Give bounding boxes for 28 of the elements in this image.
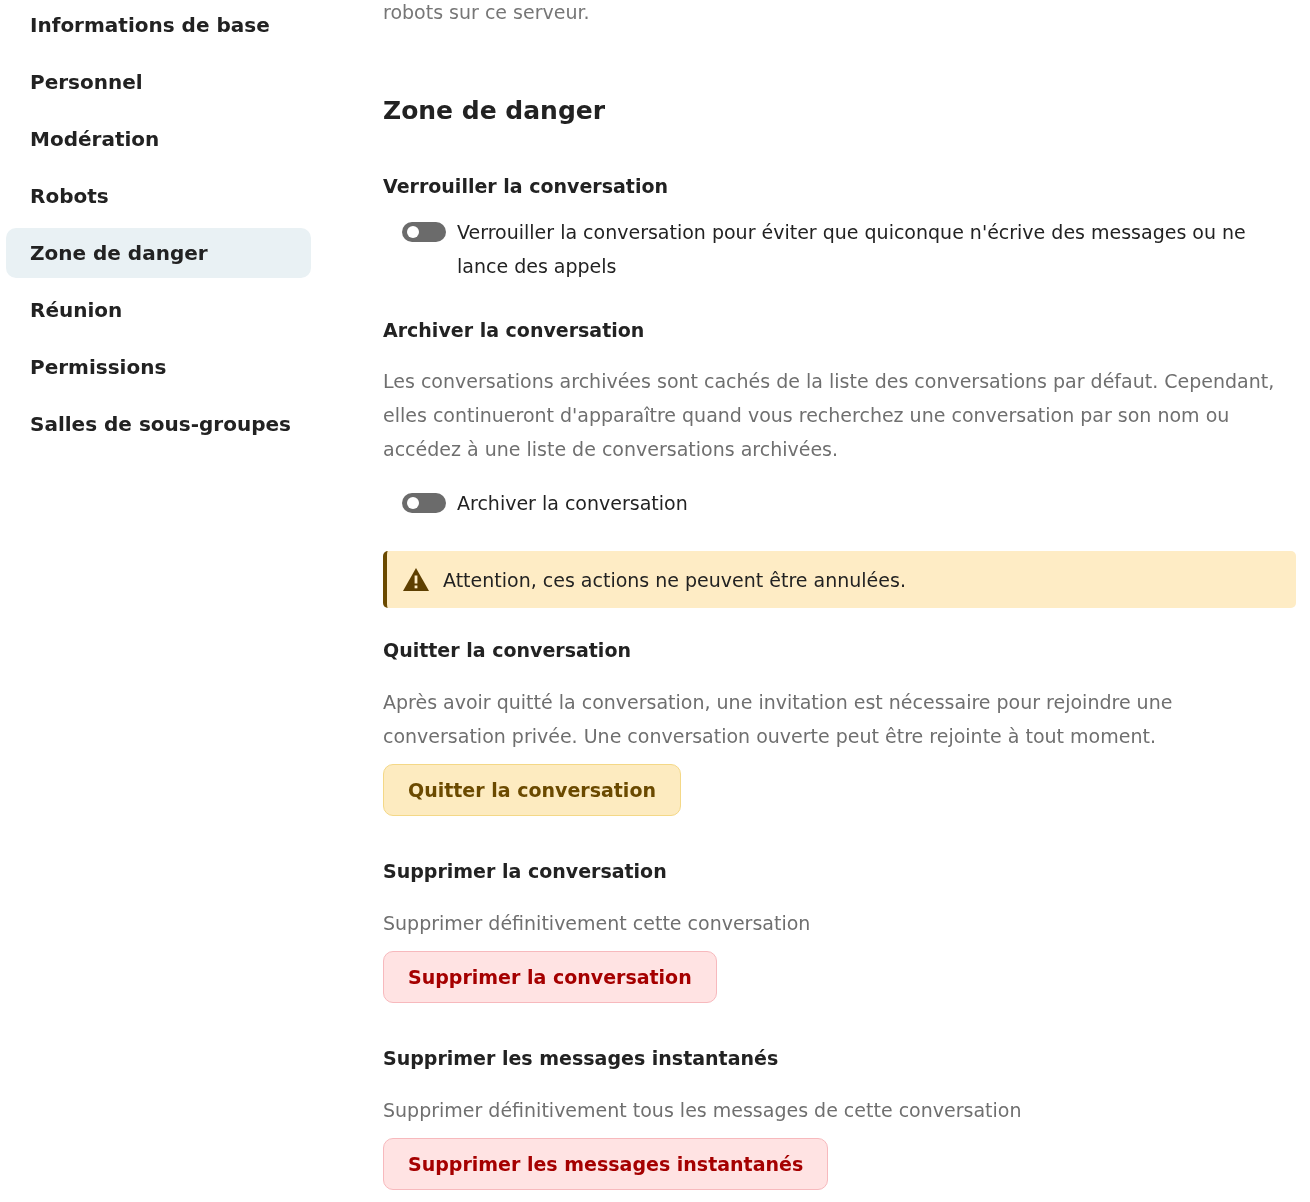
sidebar-item[interactable]: Informations de base — [6, 0, 311, 50]
toggle-label[interactable]: Archiver la conversation — [457, 486, 688, 520]
sidebar-item[interactable]: Réunion — [6, 285, 311, 335]
sidebar-item[interactable]: Permissions — [6, 342, 311, 392]
warning-icon — [403, 568, 429, 591]
description-text: robots sur ce serveur. — [383, 0, 591, 24]
sidebar-item[interactable]: Modération — [6, 114, 311, 164]
toggle-label[interactable]: Verrouiller la conversation pour éviter que quiconque n'écrive des messages ou ne lance des appels — [457, 215, 1296, 283]
section-heading: Quitter la conversation — [383, 638, 632, 663]
toggle-switch[interactable] — [402, 222, 446, 242]
description-text: Supprimer définitivement tous les messages de cette conversation — [383, 1098, 1023, 1123]
section-title: Zone de danger — [383, 95, 607, 127]
toggle-switch[interactable] — [402, 493, 446, 513]
warning-text: Attention, ces actions ne peuvent être annulées. — [443, 568, 906, 591]
description-text: Les conversations archivées sont cachés de la liste des conversations par défaut. Cependant, elles continueront d'apparaître quand vous recherchez une conversation par son nom ou accédez à une liste de conversations archivées. — [383, 369, 1276, 462]
description-text: Supprimer définitivement cette conversation — [383, 911, 812, 936]
sidebar-item[interactable]: Personnel — [6, 57, 311, 107]
sidebar-item[interactable]: Zone de danger — [6, 228, 311, 278]
section-heading: Supprimer les messages instantanés — [383, 1046, 780, 1071]
action-button[interactable]: Supprimer les messages instantanés — [383, 1138, 829, 1190]
section-heading: Supprimer la conversation — [383, 859, 668, 884]
section-heading: Archiver la conversation — [383, 318, 646, 343]
action-button[interactable]: Supprimer la conversation — [383, 951, 717, 1003]
action-button[interactable]: Quitter la conversation — [383, 764, 681, 816]
description-text: Après avoir quitté la conversation, une invitation est nécessaire pour rejoindre une conversation privée. Une conversation ouverte peut être rejointe à tout moment. — [383, 690, 1174, 749]
section-heading: Verrouiller la conversation — [383, 174, 670, 199]
sidebar-item[interactable]: Salles de sous-groupes — [6, 399, 311, 449]
sidebar-item[interactable]: Robots — [6, 171, 311, 221]
